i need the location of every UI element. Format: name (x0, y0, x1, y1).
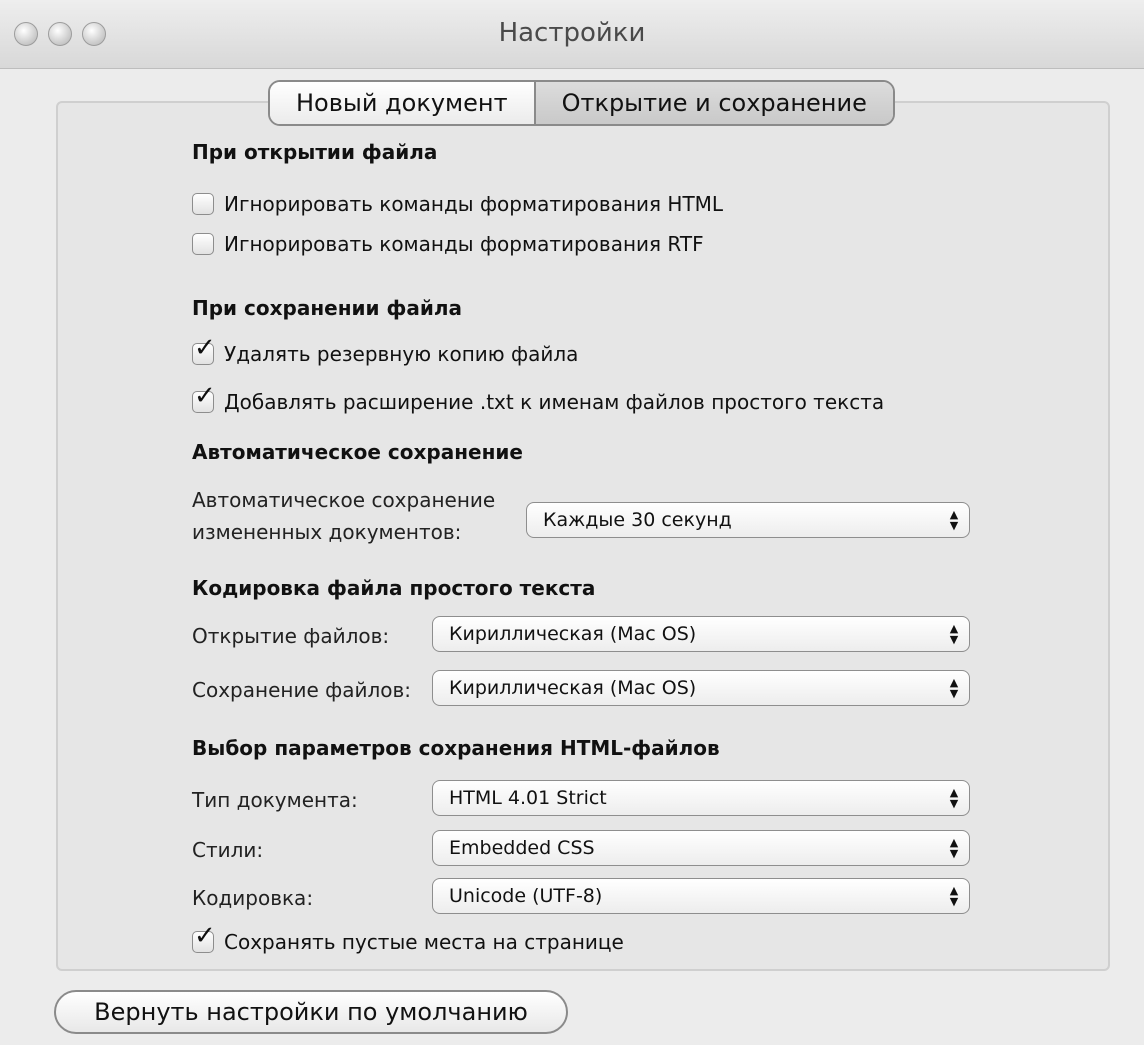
autosave-label-line2: измененных документов: (192, 520, 462, 544)
tab-new-document[interactable]: Новый документ (270, 82, 534, 124)
add-txt-extension-checkbox[interactable]: ✓ (192, 383, 216, 413)
save-file-heading: При сохранении файла (192, 296, 463, 320)
html-encoding-select[interactable]: Unicode (UTF-8) ▲ ▼ (432, 878, 970, 914)
window-title: Настройки (498, 18, 646, 48)
add-txt-extension-label: Добавлять расширение .txt к именам файло… (224, 390, 885, 414)
doc-type-value: HTML 4.01 Strict (449, 787, 607, 809)
delete-backup-row[interactable]: ✓ Удалять резервную копию файла (192, 335, 579, 366)
delete-backup-checkbox[interactable]: ✓ (192, 335, 216, 365)
html-options-heading: Выбор параметров сохранения HTML-файлов (192, 736, 720, 760)
preserve-whitespace-checkbox[interactable]: ✓ (192, 923, 216, 953)
doc-type-label: Тип документа: (192, 788, 358, 812)
autosave-label-line1: Автоматическое сохранение (192, 488, 496, 512)
popup-arrows-icon: ▲ ▼ (949, 884, 959, 908)
checkmark-icon: ✓ (194, 333, 216, 363)
save-encoding-select[interactable]: Кириллическая (Mac OS) ▲ ▼ (432, 670, 970, 706)
preferences-window: Настройки Новый документ Открытие и сохр… (0, 0, 1144, 1045)
tab-bar: Новый документ Открытие и сохранение (268, 80, 895, 126)
autosave-interval-select[interactable]: Каждые 30 секунд ▲ ▼ (526, 502, 970, 538)
styles-select[interactable]: Embedded CSS ▲ ▼ (432, 830, 970, 866)
doc-type-select[interactable]: HTML 4.01 Strict ▲ ▼ (432, 780, 970, 816)
styles-label: Стили: (192, 838, 264, 862)
tab-open-and-save[interactable]: Открытие и сохранение (533, 82, 893, 124)
open-encoding-value: Кириллическая (Mac OS) (449, 623, 697, 645)
styles-value: Embedded CSS (449, 837, 595, 859)
save-encoding-label: Сохранение файлов: (192, 678, 412, 702)
checkmark-icon: ✓ (194, 921, 216, 951)
add-txt-extension-row[interactable]: ✓ Добавлять расширение .txt к именам фай… (192, 383, 885, 414)
open-encoding-label: Открытие файлов: (192, 624, 390, 648)
encoding-heading: Кодировка файла простого текста (192, 576, 596, 600)
ignore-html-checkbox[interactable] (192, 193, 214, 215)
delete-backup-label: Удалять резервную копию файла (224, 342, 579, 366)
popup-arrows-icon: ▲ ▼ (949, 786, 959, 810)
ignore-rtf-checkbox[interactable] (192, 233, 214, 255)
save-encoding-value: Кириллическая (Mac OS) (449, 677, 697, 699)
open-file-heading: При открытии файла (192, 140, 438, 164)
popup-arrows-icon: ▲ ▼ (949, 676, 959, 700)
open-encoding-select[interactable]: Кириллическая (Mac OS) ▲ ▼ (432, 616, 970, 652)
ignore-html-row[interactable]: Игнорировать команды форматирования HTML (192, 192, 723, 216)
autosave-interval-value: Каждые 30 секунд (543, 509, 732, 531)
popup-arrows-icon: ▲ ▼ (949, 836, 959, 860)
html-encoding-label: Кодировка: (192, 886, 314, 910)
restore-defaults-button[interactable]: Вернуть настройки по умолчанию (54, 990, 568, 1034)
popup-arrows-icon: ▲ ▼ (949, 508, 959, 532)
ignore-rtf-row[interactable]: Игнорировать команды форматирования RTF (192, 232, 704, 256)
checkmark-icon: ✓ (194, 381, 216, 411)
ignore-html-label: Игнорировать команды форматирования HTML (224, 192, 724, 216)
html-encoding-value: Unicode (UTF-8) (449, 885, 603, 907)
popup-arrows-icon: ▲ ▼ (949, 622, 959, 646)
ignore-rtf-label: Игнорировать команды форматирования RTF (224, 232, 704, 256)
title-bar: Настройки (0, 0, 1144, 69)
preserve-whitespace-row[interactable]: ✓ Сохранять пустые места на странице (192, 923, 624, 954)
autosave-heading: Автоматическое сохранение (192, 440, 523, 464)
preserve-whitespace-label: Сохранять пустые места на странице (224, 930, 624, 954)
